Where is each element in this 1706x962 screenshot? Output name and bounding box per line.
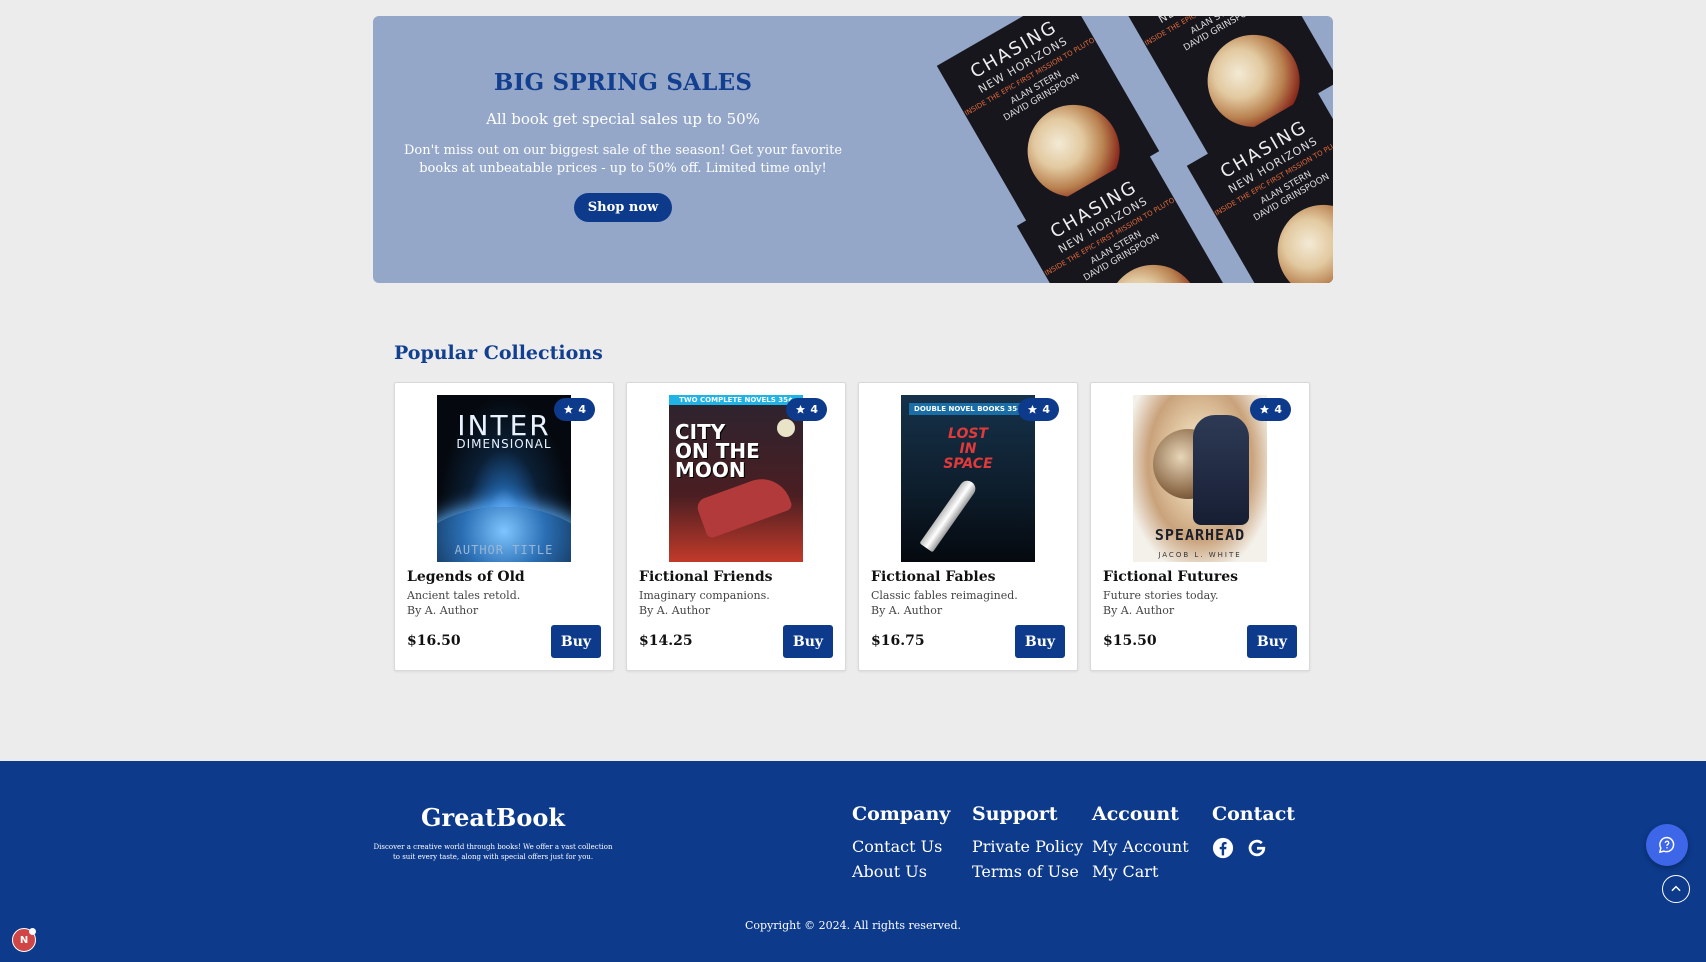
brand-name[interactable]: GreatBook <box>373 803 613 832</box>
cover-text: LOST IN SPACE <box>943 426 993 472</box>
book-card[interactable]: INTER DIMENSIONAL AUTHOR TITLE 4 Legends… <box>394 382 614 671</box>
facebook-icon[interactable] <box>1212 837 1234 859</box>
book-author: By A. Author <box>1103 604 1175 617</box>
badge-letter: N <box>19 934 29 946</box>
book-cover-image[interactable]: DOUBLE NOVEL BOOKS 35¢ LOST IN SPACE <box>901 395 1035 562</box>
book-card[interactable]: TWO COMPLETE NOVELS 35¢ CITY ON THE MOON… <box>626 382 846 671</box>
footer-heading: Contact <box>1212 803 1296 825</box>
rating-value: 4 <box>1274 403 1282 416</box>
buy-button[interactable]: Buy <box>1247 625 1297 658</box>
google-icon[interactable] <box>1246 837 1268 859</box>
star-icon <box>796 404 806 414</box>
book-description: Future stories today. <box>1103 589 1219 602</box>
notification-dot <box>29 928 36 935</box>
sale-banner: BIG SPRING SALES All book get special sa… <box>373 16 1333 283</box>
book-cover-image[interactable]: INTER DIMENSIONAL AUTHOR TITLE <box>437 395 571 562</box>
book-description: Classic fables reimagined. <box>871 589 1018 602</box>
cover-text: SPEARHEAD <box>1154 526 1246 544</box>
contact-us-link[interactable]: Contact Us <box>852 837 950 856</box>
privacy-policy-link[interactable]: Private Policy <box>972 837 1083 856</box>
footer-column-support: Support Private Policy Terms of Use <box>972 803 1083 887</box>
rating-badge: 4 <box>554 398 595 421</box>
rating-value: 4 <box>578 403 586 416</box>
book-author: By A. Author <box>639 604 711 617</box>
footer-heading: Account <box>1092 803 1179 825</box>
scroll-to-top-button[interactable] <box>1662 875 1690 903</box>
book-author: By A. Author <box>871 604 943 617</box>
my-account-link[interactable]: My Account <box>1092 837 1189 856</box>
site-footer: GreatBook Discover a creative world thro… <box>0 761 1706 962</box>
rating-badge: 4 <box>786 398 827 421</box>
cover-text: DOUBLE NOVEL BOOKS 35¢ <box>909 403 1027 415</box>
book-description: Imaginary companions. <box>639 589 770 602</box>
buy-button[interactable]: Buy <box>1015 625 1065 658</box>
footer-column-account: Account My Account My Cart <box>1092 803 1189 887</box>
shop-now-button[interactable]: Shop now <box>573 193 673 222</box>
rating-badge: 4 <box>1250 398 1291 421</box>
book-card-list: INTER DIMENSIONAL AUTHOR TITLE 4 Legends… <box>394 382 1310 671</box>
rating-value: 4 <box>810 403 818 416</box>
book-title[interactable]: Legends of Old <box>407 569 525 585</box>
book-price: $16.50 <box>407 633 461 649</box>
cover-text: TWO COMPLETE NOVELS 35¢ <box>669 395 803 405</box>
my-cart-link[interactable]: My Cart <box>1092 862 1189 881</box>
book-cover-image[interactable]: TWO COMPLETE NOVELS 35¢ CITY ON THE MOON <box>669 395 803 562</box>
book-cover-image[interactable]: SPEARHEAD JACOB L. WHITE <box>1133 395 1267 562</box>
rating-badge: 4 <box>1018 398 1059 421</box>
star-icon <box>564 404 574 414</box>
book-card[interactable]: SPEARHEAD JACOB L. WHITE 4 Fictional Fut… <box>1090 382 1310 671</box>
book-title[interactable]: Fictional Futures <box>1103 569 1238 585</box>
banner-book-covers: CHASING NEW HORIZONS INSIDE THE EPIC FIR… <box>933 16 1333 283</box>
cover-text: DIMENSIONAL <box>456 437 552 451</box>
footer-brand: GreatBook Discover a creative world thro… <box>373 803 613 862</box>
copyright-text: Copyright © 2024. All rights reserved. <box>745 919 961 932</box>
book-price: $15.50 <box>1103 633 1157 649</box>
sale-banner-text: BIG SPRING SALES All book get special sa… <box>403 16 843 222</box>
sale-banner-subtitle: All book get special sales up to 50% <box>486 110 760 128</box>
popular-collections-title: Popular Collections <box>394 342 603 364</box>
star-icon <box>1260 404 1270 414</box>
footer-column-company: Company Contact Us About Us <box>852 803 950 887</box>
footer-heading: Support <box>972 803 1058 825</box>
chevron-up-icon <box>1671 885 1681 892</box>
chat-support-button[interactable] <box>1646 824 1688 866</box>
book-price: $14.25 <box>639 633 693 649</box>
book-title[interactable]: Fictional Friends <box>639 569 773 585</box>
book-title[interactable]: Fictional Fables <box>871 569 996 585</box>
footer-column-contact: Contact <box>1212 803 1295 859</box>
sale-banner-description: Don't miss out on our biggest sale of th… <box>403 143 843 176</box>
star-icon <box>1028 404 1038 414</box>
book-price: $16.75 <box>871 633 925 649</box>
book-card[interactable]: DOUBLE NOVEL BOOKS 35¢ LOST IN SPACE 4 F… <box>858 382 1078 671</box>
cover-text: JACOB L. WHITE <box>1158 551 1242 559</box>
sale-banner-title: BIG SPRING SALES <box>493 69 753 96</box>
book-description: Ancient tales retold. <box>407 589 521 602</box>
rating-value: 4 <box>1042 403 1050 416</box>
terms-of-use-link[interactable]: Terms of Use <box>972 862 1083 881</box>
cover-text: AUTHOR TITLE <box>454 543 554 557</box>
cover-text: CITY ON THE MOON <box>675 420 760 482</box>
notification-badge[interactable]: N <box>12 928 36 952</box>
chat-icon <box>1658 836 1675 854</box>
buy-button[interactable]: Buy <box>551 625 601 658</box>
buy-button[interactable]: Buy <box>783 625 833 658</box>
footer-heading: Company <box>852 803 951 825</box>
book-author: By A. Author <box>407 604 479 617</box>
brand-description: Discover a creative world through books!… <box>373 843 613 861</box>
about-us-link[interactable]: About Us <box>852 862 950 881</box>
